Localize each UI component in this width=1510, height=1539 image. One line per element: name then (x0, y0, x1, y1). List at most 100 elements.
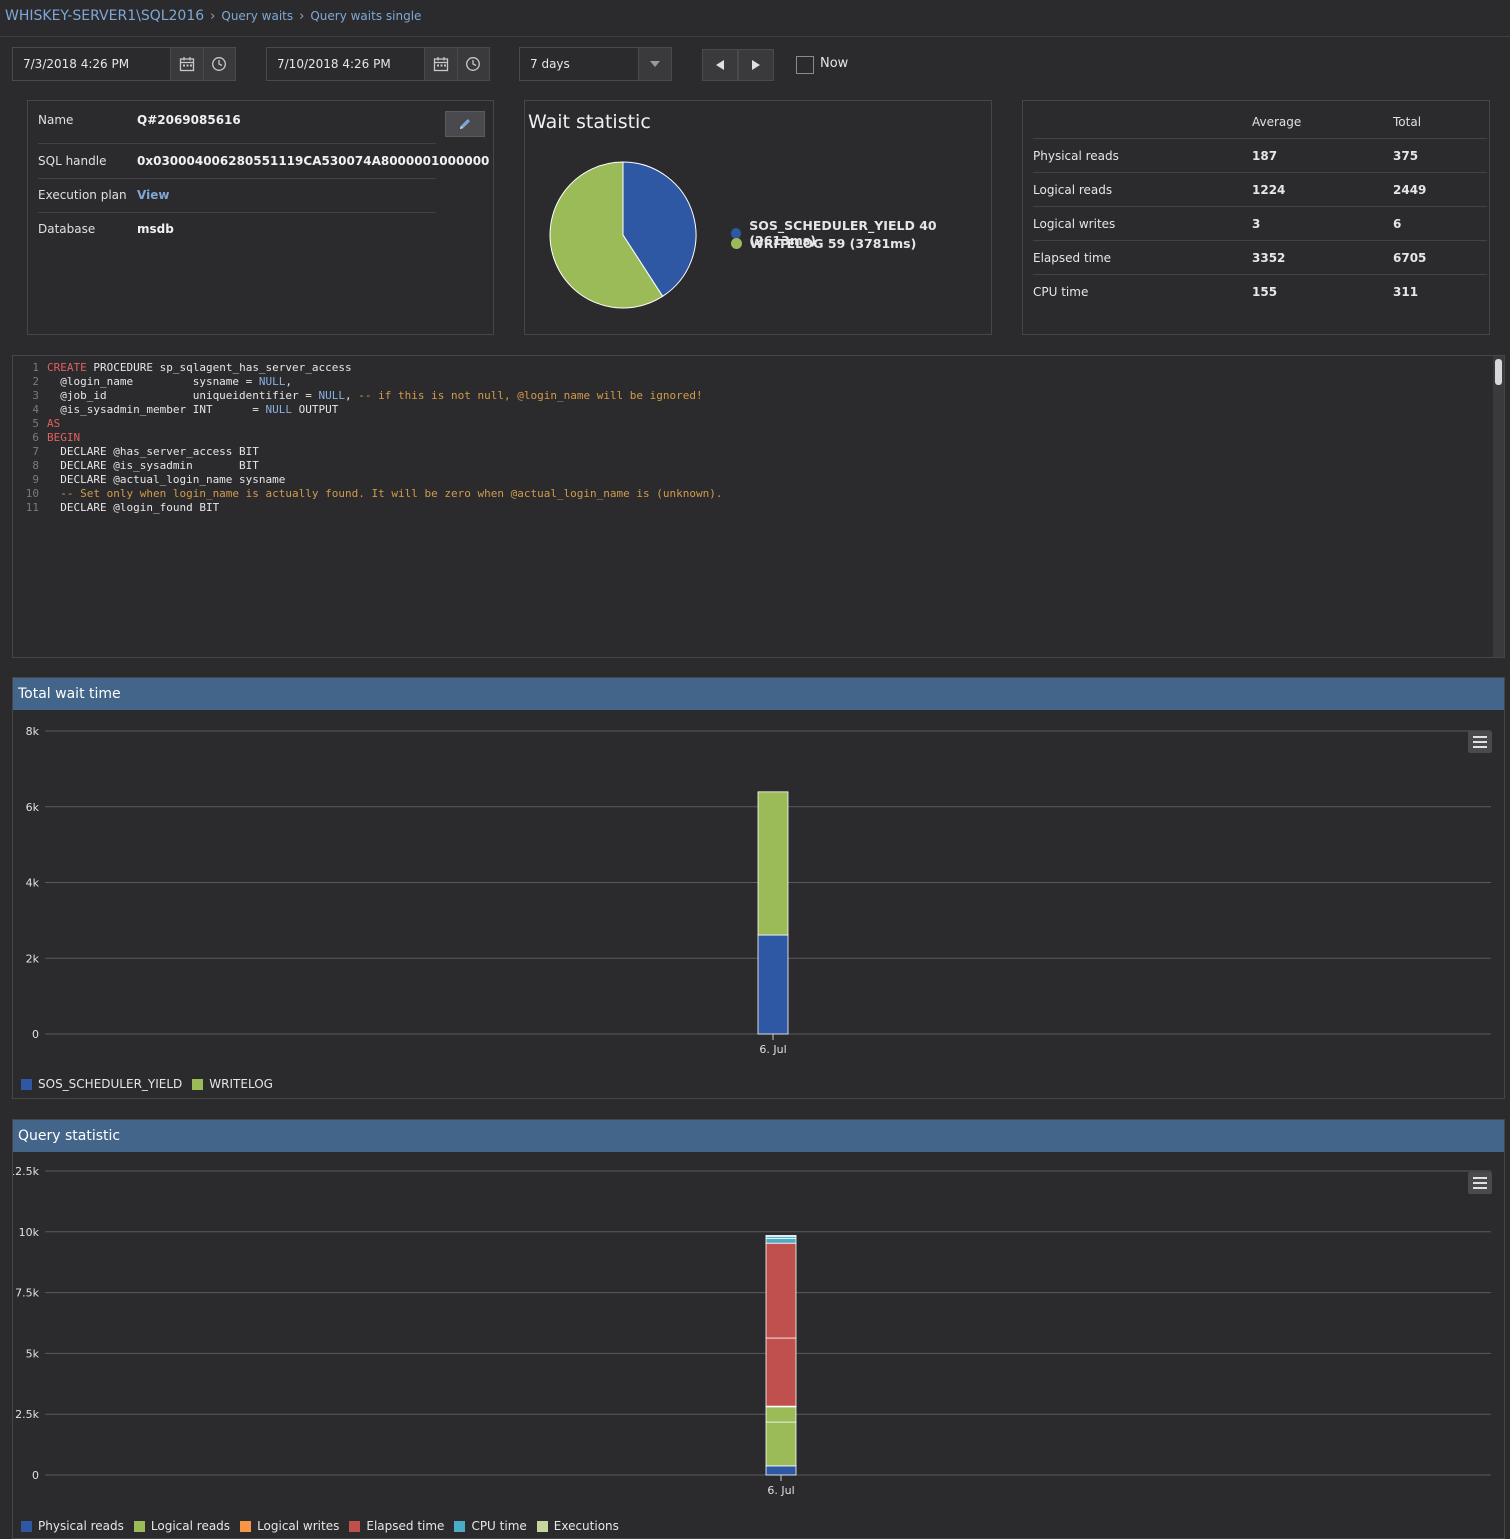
header-divider (0, 36, 1510, 37)
query-stats-panel: Average Total Physical reads 187 375 Log… (1022, 100, 1490, 335)
query-statistic-header: Query statistic (13, 1120, 1504, 1152)
end-time-button[interactable] (456, 48, 490, 80)
now-label[interactable]: Now (820, 56, 848, 71)
legend-swatch (536, 1520, 548, 1532)
legend-item[interactable]: Executions (536, 1519, 619, 1533)
table-cell-total: 375 (1393, 138, 1487, 173)
name-label: Name (38, 113, 74, 127)
breadcrumb-query-waits-link[interactable]: Query waits (221, 9, 293, 23)
y-tick-label: 5k (26, 1347, 40, 1360)
caret-right-icon (752, 60, 760, 70)
legend-label: Logical reads (150, 1519, 231, 1533)
table-cell-total: 6705 (1393, 240, 1487, 275)
bar-segment-logical-reads[interactable] (765, 1405, 797, 1423)
table-cell-total: 6 (1393, 206, 1487, 241)
editor-scrollbar[interactable] (1493, 356, 1504, 657)
clock-icon (212, 57, 227, 71)
x-tick-label: 6. Jul (767, 1484, 794, 1497)
legend-label: WRITELOG (209, 1077, 273, 1091)
next-range-button[interactable] (738, 49, 774, 81)
start-datetime-input[interactable]: 7/3/2018 4:26 PM (13, 57, 170, 71)
sql-handle-row: SQL handle 0x030004006280551119CA530074A… (38, 144, 489, 179)
sql-text-editor[interactable]: 1 CREATE PROCEDURE sp_sqlagent_has_server… (12, 355, 1505, 658)
code-line: 3 @job_id uniqueidentifier = NULL, -- if… (32, 389, 703, 402)
legend-label: CPU time (471, 1519, 527, 1533)
chart-menu-button[interactable] (1468, 731, 1492, 753)
code-line: 8 DECLARE @is_sysadmin BIT (32, 459, 259, 472)
y-tick-label: 0 (32, 1028, 39, 1041)
y-tick-label: 2.5k (15, 1408, 39, 1421)
end-datetime-input[interactable]: 7/10/2018 4:26 PM (267, 57, 424, 71)
query-info-panel: Name Q#2069085616 SQL handle 0x030004006… (27, 100, 494, 335)
legend-label: Elapsed time (366, 1519, 445, 1533)
bar-segment-physical-reads[interactable] (765, 1465, 797, 1476)
table-cell-average: 3 (1252, 206, 1393, 241)
range-select[interactable]: 7 days (519, 47, 672, 81)
table-cell-average: 1224 (1252, 172, 1393, 207)
legend-item[interactable]: Elapsed time (349, 1519, 444, 1533)
calendar-icon (433, 57, 449, 72)
legend-item[interactable]: Logical reads (133, 1519, 231, 1533)
end-datetime-picker: 7/10/2018 4:26 PM (266, 47, 490, 81)
legend-item[interactable]: Physical reads (21, 1519, 124, 1533)
table-cell-average: 187 (1252, 138, 1393, 173)
y-tick-label: 10k (19, 1226, 40, 1239)
execution-plan-row: Execution plan View (38, 178, 436, 213)
bar-segment-logical-reads[interactable] (765, 1421, 797, 1467)
bar-segment-writelog[interactable] (757, 791, 789, 936)
bar-segment-cpu-time[interactable] (765, 1237, 797, 1244)
pie-legend-item[interactable]: WRITELOG 59 (3781ms) (731, 236, 916, 251)
bar-segment-executions[interactable] (765, 1235, 797, 1237)
now-checkbox[interactable] (796, 56, 814, 74)
total-wait-time-legend: SOS_SCHEDULER_YIELD WRITELOG (21, 1077, 283, 1091)
table-cell-metric: Elapsed time (1033, 240, 1252, 275)
table-cell-average: 155 (1252, 284, 1278, 299)
start-time-button[interactable] (202, 48, 236, 80)
bar-segment-elapsed-time[interactable] (765, 1337, 797, 1407)
clock-icon (466, 57, 481, 71)
legend-item[interactable]: CPU time (454, 1519, 527, 1533)
legend-swatch (21, 1078, 32, 1090)
bar-segment-sos-scheduler-yield[interactable] (757, 934, 789, 1035)
code-line: 10 -- Set only when login_name is actual… (25, 487, 723, 500)
sql-handle-value: 0x030004006280551119CA530074A80000010000… (137, 154, 490, 168)
code-line: 5 AS (32, 417, 61, 430)
legend-swatch (240, 1520, 252, 1532)
legend-label: SOS_SCHEDULER_YIELD (38, 1077, 183, 1091)
y-tick-label: 12.5k (13, 1165, 40, 1178)
legend-swatch (349, 1520, 361, 1532)
chevron-right-icon: › (299, 8, 305, 24)
breadcrumb: WHISKEY-SERVER1\SQL2016 › Query waits › … (5, 6, 421, 26)
y-tick-label: 2k (26, 952, 40, 965)
previous-range-button[interactable] (702, 49, 738, 81)
wait-statistic-panel: Wait statistic SOS_SCHEDULER_YIELD 40 (2… (524, 100, 992, 335)
table-cell-total: 311 (1393, 284, 1419, 299)
chevron-right-icon: › (210, 8, 216, 24)
table-row: Logical reads 1224 2449 (1033, 172, 1487, 207)
sql-handle-label: SQL handle (38, 154, 107, 168)
wait-statistic-pie-chart (549, 161, 697, 309)
start-calendar-button[interactable] (170, 48, 203, 80)
legend-swatch (192, 1078, 204, 1090)
end-calendar-button[interactable] (424, 48, 457, 80)
legend-item[interactable]: Logical writes (240, 1519, 339, 1533)
range-select-value: 7 days (530, 57, 570, 71)
table-cell-total: 2449 (1393, 172, 1487, 207)
table-header: Total (1393, 105, 1487, 139)
breadcrumb-server-link[interactable]: WHISKEY-SERVER1\SQL2016 (5, 8, 204, 24)
y-tick-label: 0 (32, 1469, 39, 1482)
chart-menu-button[interactable] (1468, 1172, 1492, 1194)
table-cell-metric: CPU time (1033, 284, 1089, 299)
range-dropdown-button[interactable] (638, 48, 671, 80)
table-row: Logical writes 3 6 (1033, 206, 1487, 241)
legend-item[interactable]: SOS_SCHEDULER_YIELD (21, 1077, 182, 1091)
legend-item[interactable]: WRITELOG (192, 1077, 273, 1091)
code-line: 4 @is_sysadmin_member INT = NULL OUTPUT (32, 403, 339, 416)
code-line: 11 DECLARE @login_found BIT (25, 501, 220, 514)
execution-plan-view-link[interactable]: View (137, 188, 169, 202)
edit-name-button[interactable] (445, 111, 485, 137)
bar-segment-elapsed-time[interactable] (765, 1242, 797, 1339)
total-wait-time-chart: 0 2k 4k 6k 8k 6. Jul (26, 725, 1491, 1056)
database-label: Database (38, 222, 96, 236)
editor-scrollbar-thumb[interactable] (1495, 359, 1502, 385)
